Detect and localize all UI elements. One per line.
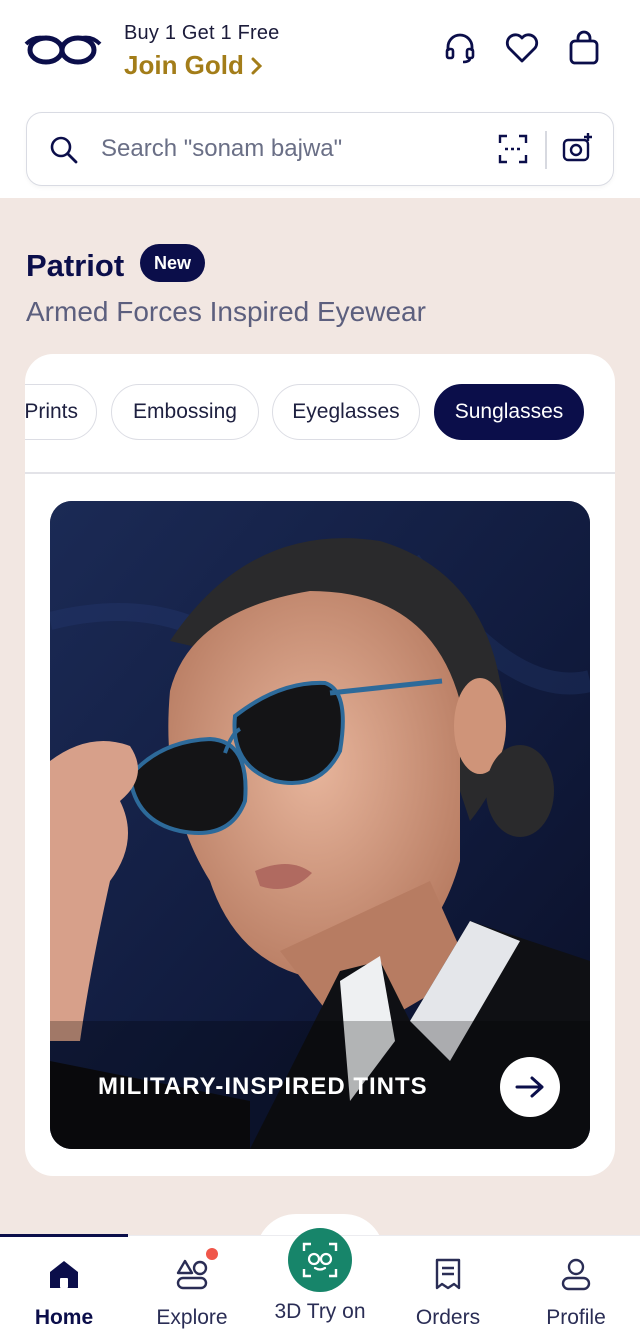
nav-label-profile: Profile [546,1306,606,1329]
search-bar[interactable]: Search "sonam bajwa" [26,112,614,186]
nav-label-orders: Orders [415,1306,481,1329]
join-gold-link[interactable]: Join Gold [124,50,264,81]
chip-prints[interactable]: Prints [25,384,97,440]
nav-label-explore: Explore [156,1306,228,1329]
chips-divider [25,472,615,474]
chip-sunglasses[interactable]: Sunglasses [434,384,584,440]
hero-banner[interactable]: MILITARY-INSPIRED TINTS [50,501,590,1149]
profile-user-icon [556,1254,596,1294]
cart-bag-icon[interactable] [564,28,604,68]
nav-item-explore[interactable]: Explore [128,1236,256,1337]
nav-item-profile[interactable]: Profile [512,1236,640,1337]
scan-icon[interactable] [497,133,529,165]
collection-card: Prints Embossing Eyeglasses Sunglasses M… [25,354,615,1176]
search-icon [50,136,78,164]
camera-search-icon[interactable] [561,131,595,165]
support-headset-icon[interactable] [440,28,480,68]
nav-label-3d-try-on: 3D Try on [274,1300,366,1323]
home-icon [44,1254,84,1294]
hero-photo [50,501,590,1149]
search-input[interactable]: Search "sonam bajwa" [101,135,342,163]
top-header: Buy 1 Get 1 Free Join Gold Search "sonam… [0,0,640,198]
category-chips[interactable]: Prints Embossing Eyeglasses Sunglasses [25,384,615,442]
explore-shapes-icon [172,1254,212,1294]
hero-label: MILITARY-INSPIRED TINTS [98,1073,428,1100]
orders-receipt-icon [428,1254,468,1294]
chip-eyeglasses[interactable]: Eyeglasses [272,384,420,440]
brand-logo-icon[interactable] [24,30,102,70]
nav-item-home[interactable]: Home [0,1236,128,1337]
chip-embossing[interactable]: Embossing [111,384,259,440]
chevron-right-icon [251,57,263,74]
join-gold-label: Join Gold [124,50,244,80]
explore-notification-dot [206,1248,218,1260]
hero-arrow-button[interactable] [500,1057,560,1117]
search-divider [545,131,547,169]
nav-item-orders[interactable]: Orders [384,1236,512,1337]
arrow-right-icon [515,1076,544,1098]
new-badge: New [140,244,206,282]
collection-subtitle: Armed Forces Inspired Eyewear [26,296,426,327]
wishlist-heart-icon[interactable] [502,28,542,68]
nav-label-home: Home [34,1306,94,1329]
3d-try-on-button[interactable] [288,1228,352,1292]
promo-line: Buy 1 Get 1 Free [124,22,280,44]
face-glasses-icon [302,1242,338,1278]
collection-title: Patriot [26,248,125,283]
